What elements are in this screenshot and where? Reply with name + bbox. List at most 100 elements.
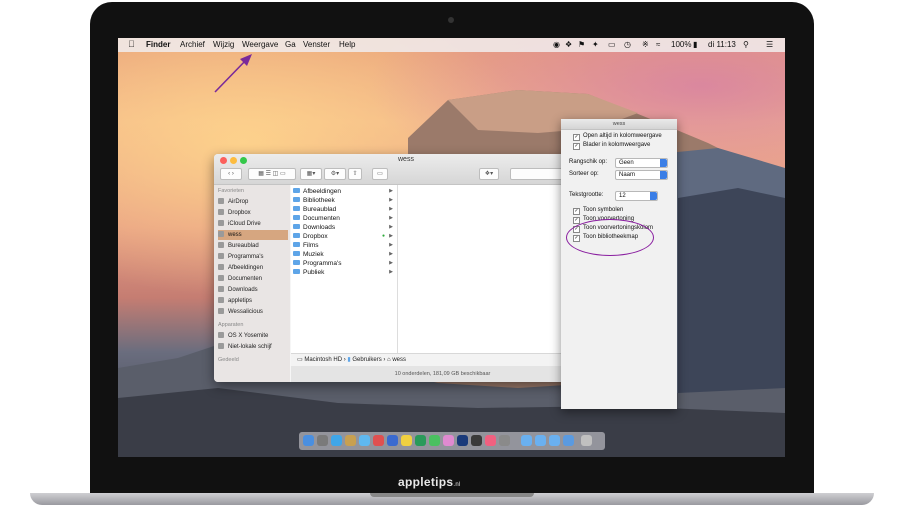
sidebar-item-documenten[interactable]: Documenten bbox=[218, 274, 288, 284]
menu-ga[interactable]: Ga bbox=[285, 40, 296, 49]
folder-icon: ▮ bbox=[347, 357, 351, 363]
folder-icon bbox=[293, 197, 300, 202]
menu-wijzig[interactable]: Wijzig bbox=[213, 40, 234, 49]
view-mode-control[interactable]: ▦ ☰ ◫ ▭ bbox=[248, 168, 296, 180]
calendar-dock-icon[interactable] bbox=[373, 435, 384, 446]
list-item[interactable]: Bibliotheek ▶ bbox=[293, 196, 395, 205]
mail-dock-icon[interactable] bbox=[345, 435, 356, 446]
sidebar-item-remote-disk[interactable]: Niet-lokale schijf bbox=[218, 342, 288, 352]
sidebar-header-devices: Apparaten bbox=[218, 322, 244, 328]
clock[interactable]: di 11:13 bbox=[708, 40, 736, 49]
list-item[interactable]: Downloads ▶ bbox=[293, 223, 395, 232]
sidebar-item-os-x-yosemite[interactable]: OS X Yosemite bbox=[218, 331, 288, 341]
list-item[interactable]: Dropbox ● ▶ bbox=[293, 232, 395, 241]
notification-center-icon[interactable]: ☰ bbox=[766, 40, 773, 49]
list-item[interactable]: Afbeeldingen ▶ bbox=[293, 187, 395, 196]
menu-weergave[interactable]: Weergave bbox=[242, 40, 278, 49]
sidebar-item-appletips[interactable]: appletips bbox=[218, 296, 288, 306]
evernote-dock-icon[interactable] bbox=[415, 435, 426, 446]
launchpad-dock-icon[interactable] bbox=[317, 435, 328, 446]
back-forward-button[interactable]: ‹ › bbox=[220, 168, 242, 180]
chevron-down-icon bbox=[660, 171, 667, 179]
evernote-icon[interactable]: ◉ bbox=[553, 40, 560, 49]
folder-dock-icon[interactable] bbox=[535, 435, 546, 446]
close-button[interactable] bbox=[220, 157, 227, 164]
dropbox-toolbar-icon[interactable]: ❖▾ bbox=[479, 168, 499, 180]
dropbox-icon[interactable]: ❖ bbox=[565, 40, 572, 49]
twitter-icon[interactable]: ✦ bbox=[592, 40, 599, 49]
downloads-dock-icon[interactable] bbox=[563, 435, 574, 446]
photos-dock-icon[interactable] bbox=[443, 435, 454, 446]
menu-help[interactable]: Help bbox=[339, 40, 355, 49]
finder-dock-icon[interactable] bbox=[303, 435, 314, 446]
zoom-button[interactable] bbox=[240, 157, 247, 164]
show-icons-checkbox[interactable]: ✓ Toon symbolen bbox=[573, 207, 623, 215]
folder-icon bbox=[293, 188, 300, 193]
menu-bar:  Finder Archief Wijzig Weergave Ga Vens… bbox=[118, 38, 785, 52]
sidebar-item-afbeeldingen[interactable]: Afbeeldingen bbox=[218, 263, 288, 273]
list-item[interactable]: Muziek ▶ bbox=[293, 250, 395, 259]
downloads-icon bbox=[218, 286, 224, 292]
messages-dock-icon[interactable] bbox=[429, 435, 440, 446]
system-preferences-dock-icon[interactable] bbox=[499, 435, 510, 446]
bluetooth-icon[interactable]: ※ bbox=[642, 40, 649, 49]
wifi-icon[interactable]: ≈ bbox=[656, 40, 660, 49]
twitter-dock-icon[interactable] bbox=[359, 435, 370, 446]
trash-icon[interactable] bbox=[581, 435, 592, 446]
list-item[interactable]: Documenten ▶ bbox=[293, 214, 395, 223]
list-item[interactable]: Publiek ▶ bbox=[293, 268, 395, 277]
sidebar-item-dropbox[interactable]: Dropbox bbox=[218, 208, 288, 218]
app-store-dock-icon[interactable] bbox=[387, 435, 398, 446]
arrange-select[interactable]: Geen bbox=[615, 158, 668, 168]
list-item[interactable]: Bureaublad ▶ bbox=[293, 205, 395, 214]
sidebar-item-bureaublad[interactable]: Bureaublad bbox=[218, 241, 288, 251]
folder-icon bbox=[293, 224, 300, 229]
folder-dock-icon[interactable] bbox=[521, 435, 532, 446]
textsize-select[interactable]: 12 bbox=[615, 191, 658, 201]
folder-icon bbox=[293, 233, 300, 238]
disk-icon bbox=[218, 343, 224, 349]
sidebar-item-airdrop[interactable]: AirDrop bbox=[218, 197, 288, 207]
chevron-down-icon bbox=[660, 159, 667, 167]
sidebar-item-programmas[interactable]: Programma's bbox=[218, 252, 288, 262]
action-gear-icon[interactable]: ⚙▾ bbox=[324, 168, 346, 180]
menu-venster[interactable]: Venster bbox=[303, 40, 330, 49]
tags-icon[interactable]: ▭ bbox=[372, 168, 388, 180]
time-machine-icon[interactable]: ◷ bbox=[624, 40, 631, 49]
sidebar-item-wess[interactable]: wess bbox=[218, 230, 288, 240]
list-item[interactable]: Films ▶ bbox=[293, 241, 395, 250]
notes-dock-icon[interactable] bbox=[401, 435, 412, 446]
folder-icon bbox=[293, 215, 300, 220]
minimize-button[interactable] bbox=[230, 157, 237, 164]
photoshop-dock-icon[interactable] bbox=[457, 435, 468, 446]
arrange-button[interactable]: ▦▾ bbox=[300, 168, 322, 180]
battery-icon[interactable]: ▮ bbox=[693, 40, 697, 49]
path-item[interactable]: Macintosh HD bbox=[304, 357, 342, 363]
browse-column-checkbox[interactable]: ✓ Blader in kolomweergave bbox=[573, 142, 650, 150]
disk-icon: ▭ bbox=[297, 357, 303, 363]
terminal-dock-icon[interactable] bbox=[471, 435, 482, 446]
path-item[interactable]: Gebruikers bbox=[352, 357, 381, 363]
flag-icon[interactable]: ⚑ bbox=[578, 40, 585, 49]
sort-select[interactable]: Naam bbox=[615, 170, 668, 180]
safari-dock-icon[interactable] bbox=[331, 435, 342, 446]
spotlight-icon[interactable]: ⚲ bbox=[743, 40, 749, 49]
path-item[interactable]: wess bbox=[392, 357, 406, 363]
sidebar-item-downloads[interactable]: Downloads bbox=[218, 285, 288, 295]
airplay-icon[interactable]: ▭ bbox=[608, 40, 616, 49]
sidebar-item-wessalicious[interactable]: Wessalicious bbox=[218, 307, 288, 317]
arrange-label: Rangschik op: bbox=[569, 159, 608, 165]
folder-icon bbox=[293, 242, 300, 247]
chevron-right-icon: ▶ bbox=[389, 224, 393, 230]
folder-dock-icon[interactable] bbox=[549, 435, 560, 446]
chevron-right-icon: ▶ bbox=[389, 188, 393, 194]
apple-menu-icon[interactable]:  bbox=[128, 39, 135, 49]
sidebar-item-icloud[interactable]: iCloud Drive bbox=[218, 219, 288, 229]
menu-finder[interactable]: Finder bbox=[146, 40, 170, 49]
battery-label[interactable]: 100% bbox=[671, 40, 691, 49]
menu-archief[interactable]: Archief bbox=[180, 40, 205, 49]
list-item[interactable]: Programma's ▶ bbox=[293, 259, 395, 268]
share-icon[interactable]: ⇧ bbox=[348, 168, 362, 180]
always-column-checkbox[interactable]: ✓ Open altijd in kolomweergave bbox=[573, 133, 662, 141]
itunes-dock-icon[interactable] bbox=[485, 435, 496, 446]
